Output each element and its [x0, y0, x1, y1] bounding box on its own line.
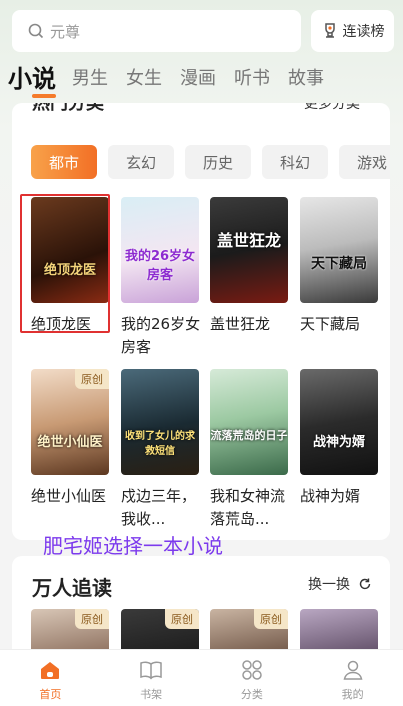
book-item[interactable]: 盖世狂龙 盖世狂龙: [210, 197, 292, 336]
refresh-icon: [359, 578, 371, 590]
original-badge: 原创: [75, 369, 109, 389]
refresh-label: 换一换: [308, 577, 350, 593]
profile-icon: [343, 660, 363, 680]
cover-text: 天下藏局: [311, 256, 367, 272]
original-badge: 原创: [75, 609, 109, 629]
tab-story[interactable]: 故事: [288, 64, 324, 94]
genre-chips: 都市 玄幻 历史 科幻 游戏: [31, 145, 390, 179]
tab-comic[interactable]: 漫画: [180, 64, 216, 94]
book-item[interactable]: 流落荒岛的日子 我和女神流落荒岛...: [210, 369, 292, 531]
search-icon: [28, 23, 44, 39]
rank-button-label: 连读榜: [342, 24, 385, 40]
home-icon: [41, 662, 60, 679]
nav-category-label: 分类: [240, 688, 263, 701]
chip-scifi[interactable]: 科幻: [262, 145, 328, 179]
cover-text: 我的26岁女房客: [124, 249, 196, 283]
nav-bookshelf-label: 书架: [140, 688, 163, 701]
cover-text: 绝世小仙医: [37, 435, 103, 450]
nav-profile[interactable]: 我的: [302, 650, 403, 706]
book-title[interactable]: 盖世狂龙: [210, 313, 292, 336]
chip-history[interactable]: 历史: [185, 145, 251, 179]
book-cover[interactable]: 我的26岁女房客: [121, 197, 199, 303]
search-bar[interactable]: 元尊: [12, 10, 301, 52]
nav-bookshelf[interactable]: 书架: [101, 650, 202, 706]
cover-text: 盖世狂龙: [216, 231, 281, 250]
annotation-text: 肥宅姬选择一本小说: [43, 534, 223, 558]
book-cover[interactable]: 盖世狂龙: [210, 197, 288, 303]
book-item[interactable]: 收到了女儿的求救短信 戍边三年，我收...: [121, 369, 203, 531]
book-title[interactable]: 我的26岁女房客: [121, 313, 203, 359]
cover-text: 收到了女儿的求救短信: [125, 431, 195, 457]
bottom-nav: 首页 书架 分类 我的: [0, 649, 403, 706]
book-cover[interactable]: 流落荒岛的日子: [210, 369, 288, 475]
book-title[interactable]: 戍边三年，我收...: [121, 485, 203, 531]
book-cover[interactable]: 天下藏局: [300, 197, 378, 303]
trophy-icon: [324, 23, 335, 38]
chip-urban[interactable]: 都市: [31, 145, 97, 179]
selection-highlight: [20, 194, 110, 333]
cover-text: 战神为婿: [312, 435, 365, 450]
book-title[interactable]: 战神为婿: [300, 485, 382, 508]
bookshelf-icon: [140, 661, 162, 680]
nav-profile-label: 我的: [341, 688, 364, 701]
chip-fantasy[interactable]: 玄幻: [108, 145, 174, 179]
tab-male[interactable]: 男生: [72, 64, 108, 94]
original-badge: 原创: [165, 609, 199, 629]
original-badge: 原创: [254, 609, 288, 629]
chip-game[interactable]: 游戏: [339, 145, 390, 179]
book-title[interactable]: 我和女神流落荒岛...: [210, 485, 292, 531]
book-item[interactable]: 原创 绝世小仙医 绝世小仙医: [31, 369, 113, 508]
tab-audiobook[interactable]: 听书: [234, 64, 270, 94]
book-cover[interactable]: 原创 绝世小仙医: [31, 369, 109, 475]
section-title-partial: 热门分类: [32, 103, 104, 114]
category-tabs: 小说 男生 女生 漫画 听书 故事: [8, 64, 342, 98]
nav-home-label: 首页: [39, 688, 62, 701]
book-item[interactable]: 战神为婿 战神为婿: [300, 369, 382, 508]
section-title: 万人追读: [32, 576, 112, 600]
refresh-button[interactable]: 换一换: [308, 574, 372, 594]
more-link-partial[interactable]: 更多分类: [304, 103, 360, 113]
search-placeholder: 元尊: [50, 22, 81, 41]
rank-button[interactable]: 连读榜: [311, 10, 394, 52]
book-item[interactable]: 我的26岁女房客 我的26岁女房客: [121, 197, 203, 359]
category-icon: [242, 660, 262, 680]
nav-home[interactable]: 首页: [0, 650, 101, 706]
nav-category[interactable]: 分类: [202, 650, 303, 706]
cover-text: 流落荒岛的日子: [210, 429, 288, 442]
book-cover[interactable]: 收到了女儿的求救短信: [121, 369, 199, 475]
tab-novel[interactable]: 小说: [8, 64, 56, 98]
book-cover[interactable]: 战神为婿: [300, 369, 378, 475]
book-title[interactable]: 天下藏局: [300, 313, 382, 336]
book-title[interactable]: 绝世小仙医: [31, 485, 113, 508]
book-item[interactable]: 天下藏局 天下藏局: [300, 197, 382, 336]
tab-female[interactable]: 女生: [126, 64, 162, 94]
